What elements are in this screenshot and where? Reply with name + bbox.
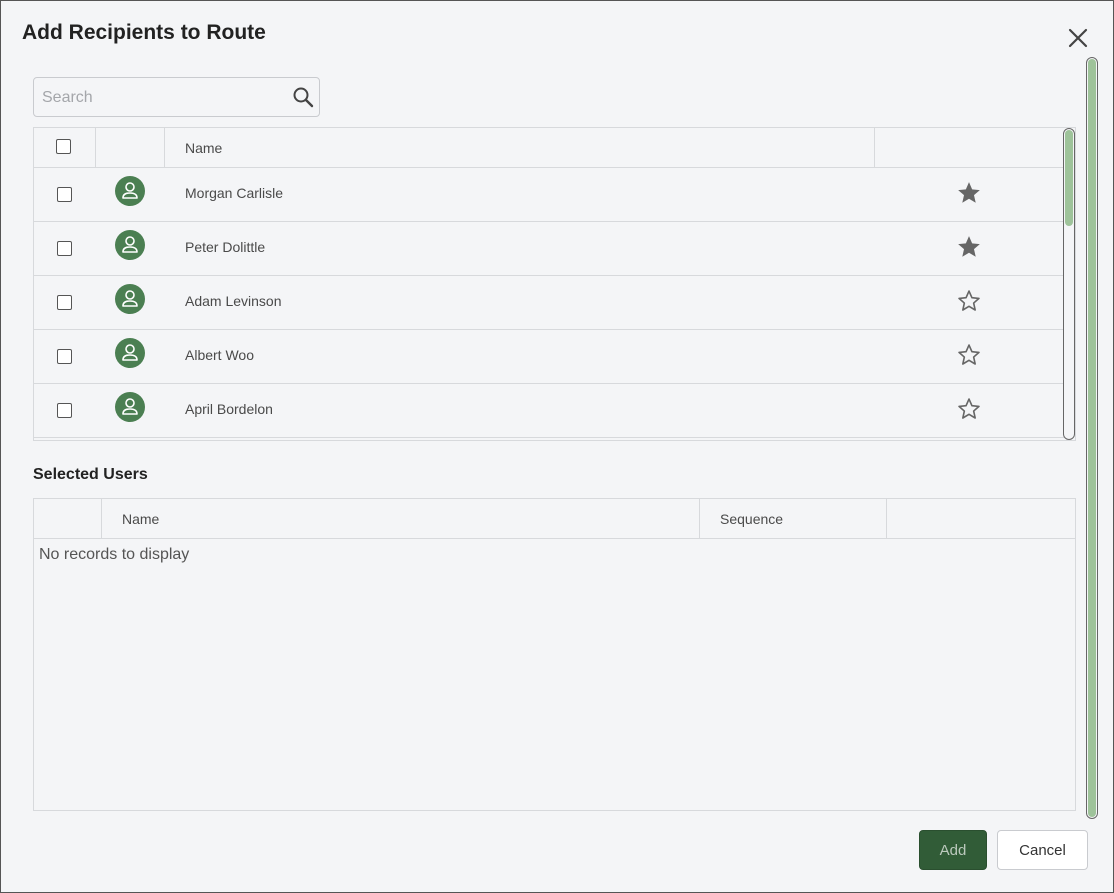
dialog-scrollbar-thumb[interactable]	[1088, 59, 1096, 817]
dialog-scrollbar[interactable]	[1086, 57, 1098, 819]
row-checkbox[interactable]	[57, 349, 72, 364]
users-grid-scrollbar[interactable]	[1063, 128, 1075, 440]
user-name: April Bordelon	[185, 401, 273, 417]
user-name: Peter Dolittle	[185, 239, 266, 255]
search-icon[interactable]	[291, 85, 315, 109]
star-filled-icon[interactable]	[956, 180, 982, 206]
select-all-checkbox[interactable]	[56, 139, 71, 154]
add-button[interactable]: Add	[919, 830, 987, 870]
table-row[interactable]: Peter Dolittle	[34, 222, 1064, 276]
users-grid: Name Morgan Carlisle Peter Dolittle Adam…	[33, 127, 1076, 441]
user-name: Adam Levinson	[185, 293, 282, 309]
search-input[interactable]	[40, 86, 280, 110]
column-header-name[interactable]: Name	[185, 140, 222, 156]
user-name: Albert Woo	[185, 347, 254, 363]
user-avatar-icon	[115, 176, 145, 206]
selected-users-title: Selected Users	[33, 466, 148, 483]
row-checkbox[interactable]	[57, 187, 72, 202]
search-box	[33, 77, 320, 117]
star-outline-icon[interactable]	[956, 342, 982, 368]
user-avatar-icon	[115, 284, 145, 314]
table-row[interactable]: Adam Levinson	[34, 276, 1064, 330]
star-filled-icon[interactable]	[956, 234, 982, 260]
close-icon	[1068, 28, 1088, 48]
close-button[interactable]	[1063, 23, 1093, 53]
user-name: Morgan Carlisle	[185, 185, 284, 201]
users-grid-scrollbar-thumb[interactable]	[1065, 130, 1073, 226]
column-divider	[699, 499, 700, 538]
column-divider	[164, 128, 165, 167]
column-divider	[886, 499, 887, 538]
table-row[interactable]: April Bordelon	[34, 384, 1064, 438]
column-divider	[95, 128, 96, 167]
star-outline-icon[interactable]	[956, 288, 982, 314]
row-checkbox[interactable]	[57, 295, 72, 310]
column-divider	[101, 499, 102, 538]
users-grid-header: Name	[34, 128, 1064, 168]
column-header-sequence[interactable]: Sequence	[720, 511, 783, 527]
row-checkbox[interactable]	[57, 403, 72, 418]
cancel-button[interactable]: Cancel	[997, 830, 1088, 870]
selected-users-grid-header: Name Sequence	[34, 499, 1075, 539]
add-recipients-dialog: Add Recipients to Route Name	[0, 0, 1114, 893]
row-checkbox[interactable]	[57, 241, 72, 256]
table-row[interactable]: Albert Woo	[34, 330, 1064, 384]
dialog-title: Add Recipients to Route	[22, 21, 266, 44]
column-divider	[874, 128, 875, 167]
table-row[interactable]: Morgan Carlisle	[34, 168, 1064, 222]
empty-state-text: No records to display	[39, 546, 190, 563]
selected-users-grid: Name Sequence No records to display	[33, 498, 1076, 811]
user-avatar-icon	[115, 230, 145, 260]
column-header-name[interactable]: Name	[122, 511, 159, 527]
star-outline-icon[interactable]	[956, 396, 982, 422]
user-avatar-icon	[115, 392, 145, 422]
user-avatar-icon	[115, 338, 145, 368]
